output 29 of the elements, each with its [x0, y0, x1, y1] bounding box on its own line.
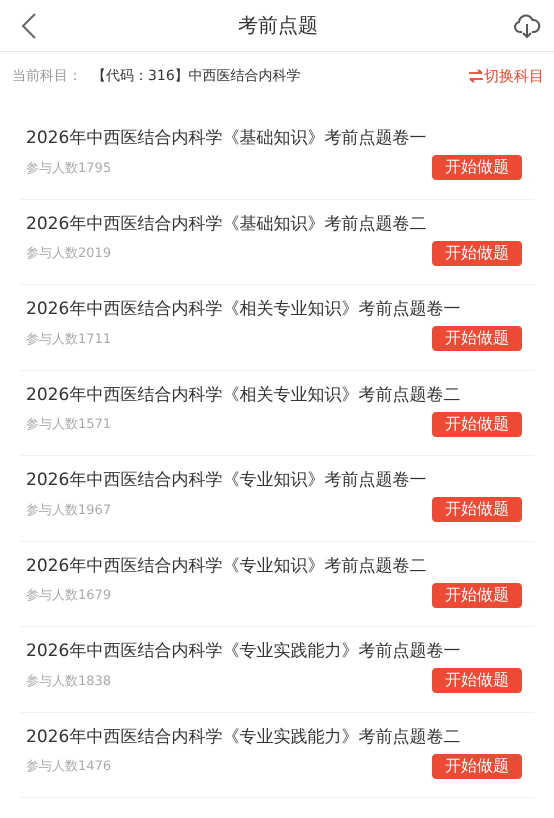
start-button[interactable]: 开始做题 — [432, 412, 522, 436]
page-title: 考前点题 — [238, 12, 318, 39]
subject-value: 【代码：316】中西医结合内科学 — [92, 67, 302, 85]
swap-icon[interactable] — [468, 69, 484, 83]
start-button[interactable]: 开始做题 — [432, 668, 522, 693]
start-button[interactable]: 开始做题 — [432, 497, 522, 522]
participant-count: 参与人数2019 — [26, 245, 112, 262]
participant-count: 参与人数1795 — [26, 160, 112, 176]
subject-label: 当前科目： — [12, 67, 82, 85]
paper-title: 2026年中西医结合内科学《相关专业知识》考前点题卷一 — [26, 298, 462, 320]
paper-title: 2026年中西医结合内科学《专业知识》考前点题卷二 — [26, 554, 428, 576]
paper-title: 2026年中西医结合内科学《基础知识》考前点题卷一 — [26, 127, 428, 149]
participant-count: 参与人数1967 — [26, 502, 112, 518]
paper-title: 2026年中西医结合内科学《专业知识》考前点题卷一 — [26, 469, 428, 491]
participant-count: 参与人数1679 — [26, 587, 112, 604]
participant-count: 参与人数1838 — [26, 672, 112, 690]
paper-title: 2026年中西医结合内科学《专业实践能力》考前点题卷二 — [26, 726, 462, 748]
start-button[interactable]: 开始做题 — [432, 326, 522, 351]
start-button[interactable]: 开始做题 — [432, 582, 522, 608]
start-button[interactable]: 开始做题 — [432, 754, 522, 778]
start-button[interactable]: 开始做题 — [432, 240, 522, 266]
participant-count: 参与人数1711 — [26, 330, 112, 348]
paper-title: 2026年中西医结合内科学《专业实践能力》考前点题卷一 — [26, 640, 462, 662]
participant-count: 参与人数1476 — [26, 758, 112, 775]
paper-title: 2026年中西医结合内科学《基础知识》考前点题卷二 — [26, 212, 428, 234]
participant-count: 参与人数1571 — [26, 416, 112, 433]
paper-title: 2026年中西医结合内科学《相关专业知识》考前点题卷二 — [26, 384, 462, 406]
start-button[interactable]: 开始做题 — [432, 155, 522, 180]
switch-subject-link[interactable]: 切换科目 — [484, 66, 544, 86]
